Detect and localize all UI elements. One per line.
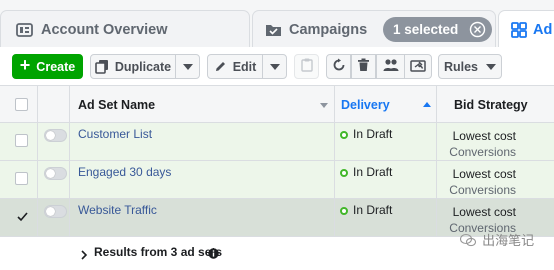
bid-strategy-value: Lowest cost [452,205,516,219]
row-checkbox-checked[interactable] [15,209,28,222]
table-row[interactable]: Customer List In Draft Lowest cost Conve… [0,123,554,161]
selected-count-badge[interactable]: 1 selected [383,17,492,42]
create-button[interactable]: + Create [12,54,83,79]
tab-ad-sets[interactable]: Ad S [498,10,554,48]
column-divider [334,85,335,237]
select-all-checkbox[interactable] [15,98,28,111]
ad-set-name-link[interactable]: Engaged 30 days [78,165,171,179]
reload-icon [332,58,346,75]
paste-icon [300,58,313,75]
ad-sets-icon [511,21,527,38]
share-button[interactable] [404,54,432,79]
tab-account-overview-label: Account Overview [41,21,168,38]
row-checkbox[interactable] [15,172,28,185]
results-summary-text: Results from 3 ad sets [94,245,223,259]
chevron-down-icon [182,63,193,70]
column-header-delivery[interactable]: Delivery [341,98,390,112]
table-row[interactable]: Engaged 30 days In Draft Lowest cost Con… [0,161,554,199]
delivery-status: In Draft [353,203,393,217]
bid-strategy-subtext: Conversions [449,145,516,159]
paste-button[interactable] [294,54,319,79]
reload-button[interactable] [326,54,351,79]
delivery-status: In Draft [353,165,393,179]
tab-ad-sets-label: Ad S [533,21,554,38]
watermark: 出海笔记 [459,230,535,249]
chevron-down-icon [269,63,280,70]
duplicate-label: Duplicate [114,59,172,74]
sort-ascending-icon[interactable] [423,102,431,107]
duplicate-icon [95,59,109,74]
selected-count-label: 1 selected [393,22,459,37]
wechat-icon [459,233,482,249]
duplicate-button[interactable]: Duplicate [90,54,176,79]
rules-label: Rules [443,59,479,74]
checkmark-icon [17,212,28,222]
audience-button[interactable] [376,54,405,79]
edit-label: Edit [232,59,257,74]
info-icon[interactable] [208,246,219,264]
status-dot-icon [340,207,348,215]
ad-set-name-link[interactable]: Customer List [78,127,152,141]
chevron-right-icon[interactable] [80,247,88,265]
on-off-toggle[interactable] [44,205,67,218]
bid-strategy-subtext: Conversions [449,183,516,197]
create-label: Create [36,59,76,74]
clear-selection-icon[interactable] [469,21,486,38]
people-icon [383,58,399,75]
watermark-text: 出海笔记 [482,234,535,249]
rules-button[interactable]: Rules [438,54,502,79]
column-divider [37,85,38,237]
duplicate-dropdown-button[interactable] [175,54,200,79]
row-checkbox[interactable] [15,134,28,147]
edit-button[interactable]: Edit [207,54,263,79]
delete-button[interactable] [351,54,376,79]
bid-strategy-value: Lowest cost [452,167,516,181]
account-overview-icon [16,22,33,37]
column-header-bid-strategy[interactable]: Bid Strategy [454,98,528,112]
delivery-status: In Draft [353,127,393,141]
on-off-toggle[interactable] [44,129,67,142]
table-header: Ad Set Name Delivery Bid Strategy [0,85,554,123]
on-off-toggle[interactable] [44,167,67,180]
column-header-ad-set-name[interactable]: Ad Set Name [78,98,155,112]
chevron-down-icon [486,63,497,70]
tab-campaigns-label: Campaigns [289,21,368,38]
column-divider [69,85,70,237]
edit-dropdown-button[interactable] [262,54,287,79]
status-dot-icon [340,131,348,139]
pencil-icon [214,60,227,73]
column-divider [436,85,437,237]
bid-strategy-value: Lowest cost [452,129,516,143]
toolbar: + Create Duplicate Edit Rules [0,47,554,85]
plus-icon: + [19,55,31,75]
folder-icon [265,23,282,37]
ad-set-name-link[interactable]: Website Traffic [78,203,157,217]
tab-account-overview[interactable]: Account Overview [0,10,250,48]
share-icon [410,58,426,75]
trash-icon [357,58,370,75]
sort-caret-icon[interactable] [320,103,328,108]
status-dot-icon [340,169,348,177]
tab-bar: Account Overview Campaigns 1 selected Ad [0,0,554,48]
